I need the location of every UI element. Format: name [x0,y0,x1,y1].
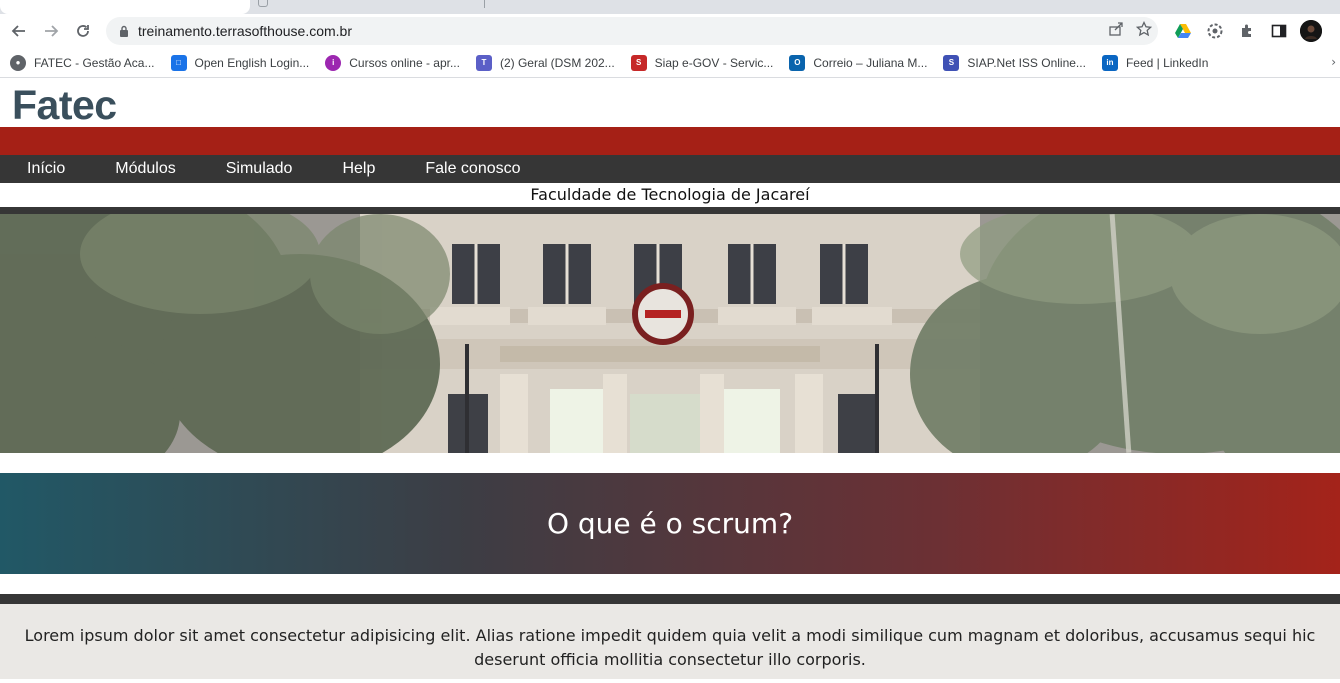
hero-section: O que é o scrum? [0,473,1340,574]
url-text[interactable]: treinamento.terrasofthouse.com.br [138,23,352,39]
bookmark-item[interactable]: S SIAP.Net ISS Online... [943,54,1086,71]
hero-title: O que é o scrum? [546,507,794,540]
siap-icon: S [630,54,647,71]
lock-icon[interactable] [116,23,132,39]
outlook-icon: O [789,54,806,71]
content-section: Lorem ipsum dolor sit amet consectetur a… [0,604,1340,679]
bookmark-item[interactable]: T (2) Geral (DSM 202... [475,54,615,71]
linkedin-icon: in [1101,54,1118,71]
divider-bar [0,207,1340,214]
red-band [0,127,1340,155]
open-english-icon: □ [170,54,187,71]
puzzle-extensions-icon[interactable] [1236,20,1258,42]
nav-item-inicio[interactable]: Início [27,160,65,178]
bookmark-item[interactable]: O Correio – Juliana M... [789,54,928,71]
nav-item-fale-conosco[interactable]: Fale conosco [425,160,520,178]
forward-button[interactable] [38,18,64,44]
nav-item-modulos[interactable]: Módulos [115,160,175,178]
chevron-right-icon[interactable]: › [1331,55,1336,69]
profile-avatar[interactable] [1300,20,1322,42]
side-panel-icon[interactable] [1268,20,1290,42]
tab-strip [0,0,1340,14]
reload-button[interactable] [70,18,96,44]
bookmark-label: Feed | LinkedIn [1125,55,1209,70]
teams-icon: T [475,54,492,71]
globe-icon: ● [10,54,26,71]
active-tab[interactable] [0,0,250,14]
bookmark-item[interactable]: ● FATEC - Gestão Aca... [10,54,155,71]
site-header: Fatec [0,78,1340,127]
bookmark-label: Open English Login... [194,55,310,70]
bookmark-label: Cursos online - apr... [349,55,460,70]
address-bar[interactable]: treinamento.terrasofthouse.com.br [106,17,1158,45]
back-arrow-icon [11,25,25,37]
reload-icon [77,25,89,37]
bookmarks-bar: ● FATEC - Gestão Aca... □ Open English Logi… [0,48,1340,78]
institution-subtitle: Faculdade de Tecnologia de Jacareí [530,185,810,204]
extension-gear-icon[interactable] [1204,20,1226,42]
bookmark-item[interactable]: □ Open English Login... [170,54,310,71]
tab-separator [484,0,485,8]
body-paragraph: Lorem ipsum dolor sit amet consectetur a… [24,626,1316,669]
divider-bar-bottom [0,594,1340,604]
nav-item-simulado[interactable]: Simulado [226,160,293,178]
bookmark-label: SIAP.Net ISS Online... [967,55,1086,70]
fatec-logo[interactable]: Fatec [12,83,117,127]
main-nav: Início Módulos Simulado Help Fale conosc… [0,155,1340,183]
siapnet-icon: S [943,54,960,71]
tab-favicon [258,0,268,7]
bookmark-label: (2) Geral (DSM 202... [499,55,615,70]
bookmark-item[interactable]: in Feed | LinkedIn [1101,54,1209,71]
building-banner-image [0,214,1340,453]
bookmark-item[interactable]: S Siap e-GOV - Servic... [630,54,774,71]
forward-arrow-icon [45,25,59,37]
google-drive-icon[interactable] [1172,20,1194,42]
browser-toolbar: treinamento.terrasofthouse.com.br [0,14,1340,48]
share-icon[interactable] [1108,21,1124,37]
cursos-icon: i [325,54,342,71]
bookmark-label: FATEC - Gestão Aca... [34,55,155,70]
bookmark-item[interactable]: i Cursos online - apr... [325,54,460,71]
extensions-area [1172,20,1322,42]
bookmark-label: Siap e-GOV - Servic... [654,55,774,70]
back-button[interactable] [6,18,32,44]
star-bookmark-icon[interactable] [1136,21,1152,37]
bookmark-label: Correio – Juliana M... [813,55,928,70]
nav-item-help[interactable]: Help [342,160,375,178]
